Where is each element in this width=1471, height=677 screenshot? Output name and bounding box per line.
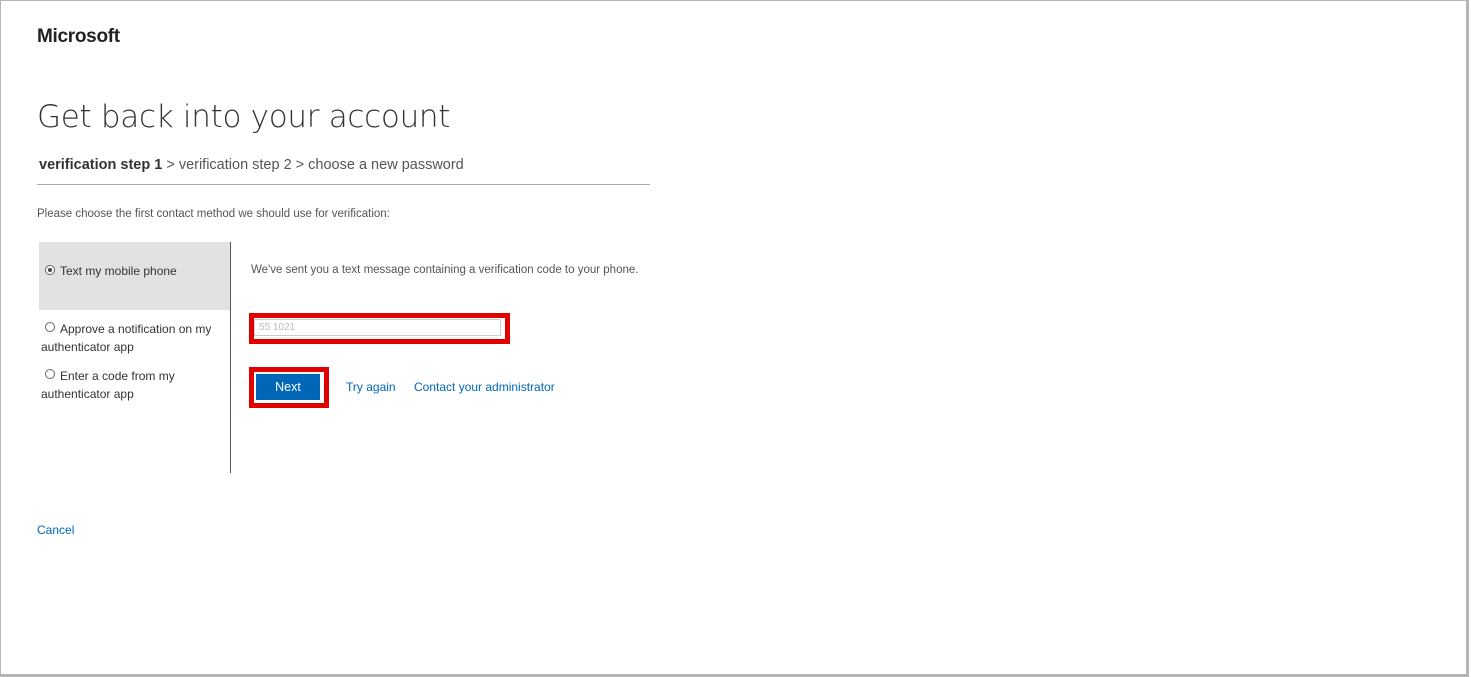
method-label: Text my mobile phone — [60, 264, 177, 278]
breadcrumb-remaining-steps: > verification step 2 > choose a new pas… — [162, 157, 464, 173]
page-title: Get back into your account — [37, 99, 451, 135]
sent-message: We've sent you a text message containing… — [251, 264, 639, 276]
contact-method-list: Text my mobile phone Approve a notificat… — [39, 242, 230, 403]
header-divider — [37, 184, 650, 185]
next-button[interactable]: Next — [256, 374, 320, 400]
method-panel-divider — [230, 242, 231, 473]
method-enter-code[interactable]: Enter a code from my authenticator app — [39, 367, 230, 403]
try-again-link[interactable]: Try again — [346, 380, 396, 394]
radio-selected-icon[interactable] — [45, 265, 55, 275]
breadcrumb-current-step: verification step 1 — [39, 157, 163, 173]
method-label: Enter a code from my authenticator app — [41, 369, 175, 401]
method-approve-notification[interactable]: Approve a notification on my authenticat… — [39, 320, 230, 356]
breadcrumb: verification step 1 > verification step … — [39, 157, 464, 173]
cancel-link[interactable]: Cancel — [37, 523, 74, 537]
radio-unselected-icon[interactable] — [45, 369, 55, 379]
microsoft-logo: Microsoft — [37, 26, 120, 47]
verification-code-input[interactable] — [254, 319, 501, 336]
radio-unselected-icon[interactable] — [45, 322, 55, 332]
method-text-mobile-phone[interactable]: Text my mobile phone — [39, 242, 230, 310]
page-frame: Microsoft Get back into your account ver… — [0, 0, 1469, 677]
method-label: Approve a notification on my authenticat… — [41, 322, 212, 354]
contact-administrator-link[interactable]: Contact your administrator — [414, 380, 555, 394]
instruction-text: Please choose the first contact method w… — [37, 208, 390, 220]
